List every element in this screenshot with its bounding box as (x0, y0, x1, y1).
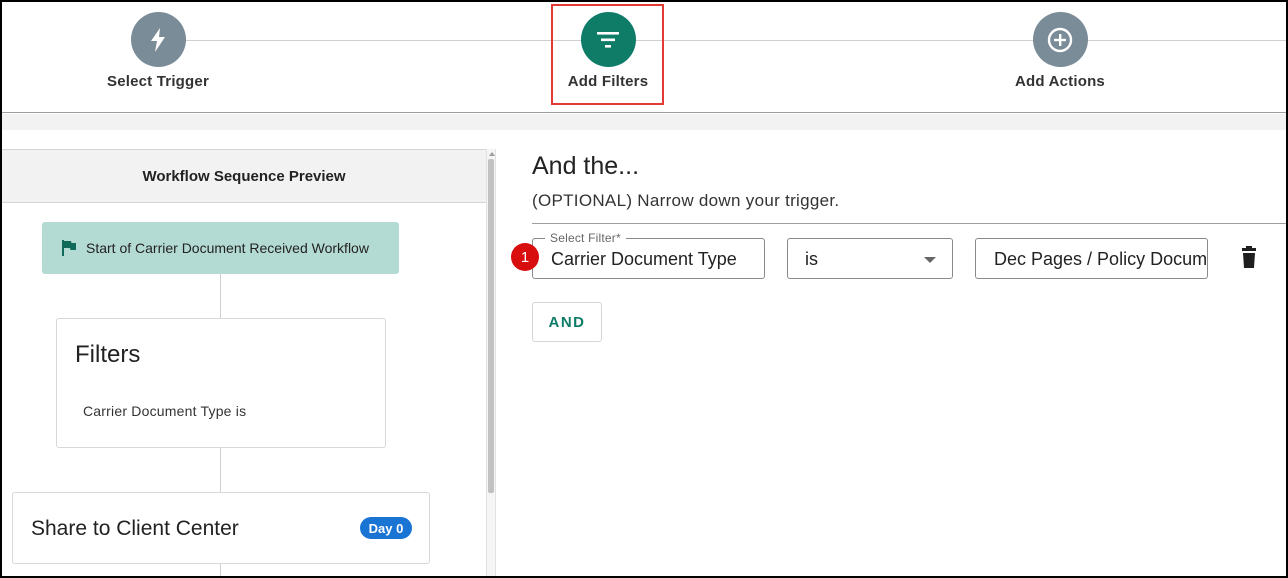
plus-circle-icon (1032, 12, 1088, 67)
content-gap (2, 114, 1286, 130)
step-add-actions[interactable]: Add Actions (980, 12, 1140, 90)
sequence-connector (220, 448, 221, 492)
preview-header: Workflow Sequence Preview (2, 149, 486, 203)
share-action-node[interactable]: Share to Client Center Day 0 (12, 492, 430, 564)
filters-subtitle: (OPTIONAL) Narrow down your trigger. (532, 191, 840, 210)
day-badge: Day 0 (360, 517, 412, 539)
step-label: Add Actions (1015, 73, 1105, 90)
scroll-thumb[interactable] (488, 159, 494, 493)
active-step-highlight (551, 4, 664, 105)
select-filter-label: Select Filter* (545, 231, 626, 245)
operator-select[interactable]: is (787, 238, 953, 279)
sequence-connector (220, 274, 221, 318)
scroll-up-arrow-icon[interactable] (489, 152, 495, 156)
select-filter-field[interactable]: Select Filter* Carrier Document Type (532, 231, 765, 279)
lightning-icon (130, 12, 186, 67)
and-button[interactable]: AND (532, 302, 602, 342)
step-select-trigger[interactable]: Select Trigger (78, 12, 238, 90)
operator-value: is (805, 249, 818, 269)
filters-node[interactable]: Filters Carrier Document Type is (56, 318, 386, 448)
filters-divider (532, 223, 1286, 224)
filters-title: And the... (532, 152, 640, 180)
sequence-connector (220, 564, 221, 576)
workflow-stepper: Select Trigger Add Filters Add Actions (2, 2, 1286, 113)
caret-down-icon (924, 257, 936, 263)
step-label: Select Trigger (106, 73, 209, 90)
filters-node-summary: Carrier Document Type is (83, 403, 247, 419)
start-node[interactable]: Start of Carrier Document Received Workf… (42, 222, 399, 274)
filters-node-title: Filters (75, 341, 141, 368)
annotation-step-badge: 1 (511, 243, 539, 271)
share-action-title: Share to Client Center (31, 517, 239, 540)
trash-icon[interactable] (1238, 246, 1260, 270)
flag-icon (62, 240, 76, 256)
filter-value-text: Dec Pages / Policy Documents (994, 249, 1208, 269)
filter-value-input[interactable]: Dec Pages / Policy Documents (975, 238, 1208, 279)
select-filter-value: Carrier Document Type (551, 249, 737, 269)
preview-scrollbar[interactable] (486, 149, 496, 576)
app-frame: Select Trigger Add Filters Add Actions W… (0, 0, 1288, 578)
start-node-label: Start of Carrier Document Received Workf… (86, 240, 369, 256)
